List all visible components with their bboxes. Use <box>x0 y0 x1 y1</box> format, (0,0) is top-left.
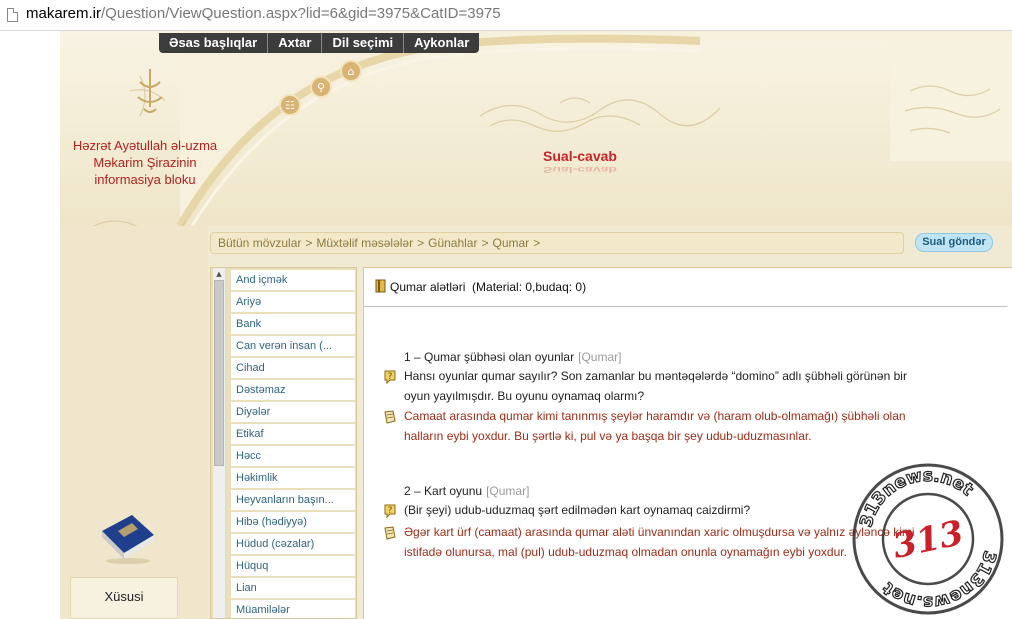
sidebar-item[interactable]: Hüquq <box>231 556 355 576</box>
question-tag[interactable]: [Qumar] <box>578 350 621 364</box>
divider <box>364 306 1007 307</box>
site-brand: Həzrət Ayətullah əl-uzma Məkarim Şirazin… <box>60 137 230 188</box>
scroll-up-arrow-icon[interactable]: ▲ <box>213 268 225 280</box>
send-question-button[interactable]: Sual göndər <box>915 233 993 252</box>
answer-text: Əgər kart ürf (camaat) arasında qumar al… <box>384 522 915 562</box>
topic-sidebar: ▲ And içmək Ariyə Bank Can verən insan (… <box>210 267 357 619</box>
breadcrumb-separator: > <box>481 236 489 250</box>
answer-line: istifadə olunursa, mal (pul) udub-uduzma… <box>404 545 847 559</box>
sidebar-item[interactable]: Cihad <box>231 358 355 378</box>
question-line: (Bir şeyi) udub-uduzmaq şərt edilmədən k… <box>404 503 751 517</box>
brand-line-3: informasiya bloku <box>94 172 196 187</box>
question-tag[interactable]: [Qumar] <box>486 484 529 498</box>
svg-text:?: ? <box>388 506 393 516</box>
question-text: ? Hansı oyunlar qumar sayılır? Son zaman… <box>384 366 907 406</box>
breadcrumb-gambling[interactable]: Qumar <box>493 236 530 250</box>
sidebar-item[interactable]: Hüdud (cəzalar) <box>231 534 355 554</box>
answer-text: Camaat arasında qumar kimi tanınmış şeyl… <box>384 406 907 446</box>
answer-line: Əgər kart ürf (camaat) arasında qumar al… <box>404 525 915 539</box>
url-host: makarem.ir <box>26 5 102 22</box>
question-text: ? (Bir şeyi) udub-uduzmaq şərt edilmədən… <box>384 500 915 520</box>
material-title: Qumar alətləri <box>390 280 466 294</box>
material-heading: Qumar alətləri (Material: 0,budaq: 0) <box>374 279 586 294</box>
folder-book-icon <box>375 279 386 293</box>
sidebar-item[interactable]: Lian <box>231 578 355 598</box>
breadcrumb: Bütün mövzular > Müxtəlif məsələlər > Günahl… <box>210 232 904 254</box>
breadcrumb-separator: > <box>305 236 313 250</box>
sidebar-item[interactable]: Dəstəmaz <box>231 380 355 400</box>
answer-line: halların eybi yoxdur. Bu şərtlə ki, pul … <box>404 429 812 443</box>
question-title-row: 2 – Kart oyunu [Qumar] <box>404 484 915 498</box>
search-icon[interactable]: ⚲ <box>310 76 332 98</box>
section-title-reflection: Sual-cavab <box>543 165 617 175</box>
answer-scroll-icon <box>384 526 396 540</box>
nav-icons[interactable]: Aykonlar <box>404 33 479 53</box>
sidebar-item[interactable]: Bank <box>231 314 355 334</box>
special-section-button[interactable]: Xüsusi <box>70 577 178 619</box>
brand-line-1: Həzrət Ayətullah əl-uzma <box>72 138 218 153</box>
question-title-row: 1 – Qumar şübhəsi olan oyunlar [Qumar] <box>404 350 907 364</box>
question-title[interactable]: 2 – Kart oyunu <box>404 484 482 498</box>
sidebar-item[interactable]: Hibə (hədiyyə) <box>231 512 355 532</box>
page-icon <box>7 8 18 22</box>
sidebar-item[interactable]: Müamilələr <box>231 600 355 618</box>
question-title[interactable]: 1 – Qumar şübhəsi olan oyunlar <box>404 350 574 364</box>
sidebar-item[interactable]: Can verən insan (... <box>231 336 355 356</box>
breadcrumb-separator: > <box>417 236 425 250</box>
sitemap-icon[interactable]: ☷ <box>279 94 301 116</box>
question-line: Hansı oyunlar qumar sayılır? Son zamanla… <box>404 369 907 383</box>
sidebar-item[interactable]: Heyvanların başın... <box>231 490 355 510</box>
nav-search[interactable]: Axtar <box>268 33 323 53</box>
url-text[interactable]: makarem.ir/Question/ViewQuestion.aspx?li… <box>26 5 501 22</box>
url-path: /Question/ViewQuestion.aspx?lid=6&gid=39… <box>101 5 501 22</box>
section-title: Sual-cavab <box>543 148 617 164</box>
sidebar-item[interactable]: Həkimlik <box>231 468 355 488</box>
question-item: 2 – Kart oyunu [Qumar] ? (Bir şeyi) udub-… <box>384 484 915 562</box>
sidebar-item[interactable]: Ariyə <box>231 292 355 312</box>
question-line: oyun yayılmışdır. Bu oyunu oynamaq olarm… <box>404 389 645 403</box>
top-navigation: Əsas başlıqlar Axtar Dil seçimi Aykonlar <box>159 33 480 53</box>
nav-language[interactable]: Dil seçimi <box>322 33 405 53</box>
sidebar-item[interactable]: Etikaf <box>231 424 355 444</box>
home-icon[interactable]: ⌂ <box>340 60 362 82</box>
sidebar-item[interactable]: And içmək <box>231 270 355 290</box>
question-item: 1 – Qumar şübhəsi olan oyunlar [Qumar] ? … <box>384 350 907 446</box>
breadcrumb-sins[interactable]: Günahlar <box>428 236 477 250</box>
answer-line: Camaat arasında qumar kimi tanınmış şeyl… <box>404 409 906 423</box>
question-mark-icon: ? <box>384 370 396 385</box>
sidebar-list: And içmək Ariyə Bank Can verən insan (..… <box>231 270 355 618</box>
watermark-number: 313 <box>889 513 967 567</box>
sidebar-item[interactable]: Diyələr <box>231 402 355 422</box>
breadcrumb-trailing-separator: > <box>533 236 541 250</box>
scroll-thumb[interactable] <box>214 280 224 466</box>
answer-scroll-icon <box>384 410 396 424</box>
sidebar-item[interactable]: Həcc <box>231 446 355 466</box>
address-bar[interactable]: makarem.ir/Question/ViewQuestion.aspx?li… <box>0 0 1012 31</box>
brand-line-2: Məkarim Şirazinin <box>93 155 197 170</box>
nav-main-topics[interactable]: Əsas başlıqlar <box>159 33 269 53</box>
logo-calligraphy-icon <box>137 69 163 113</box>
watermark-stamp: 313news.net 313news.net 313 <box>852 463 1004 615</box>
sidebar-scrollbar[interactable]: ▲ <box>213 268 226 618</box>
book-icon[interactable] <box>96 513 158 565</box>
material-meta: (Material: 0,budaq: 0) <box>472 280 587 294</box>
svg-text:?: ? <box>388 372 393 382</box>
breadcrumb-all-topics[interactable]: Bütün mövzular <box>218 236 301 250</box>
question-mark-icon: ? <box>384 504 396 519</box>
breadcrumb-misc-issues[interactable]: Müxtəlif məsələlər <box>316 236 413 250</box>
